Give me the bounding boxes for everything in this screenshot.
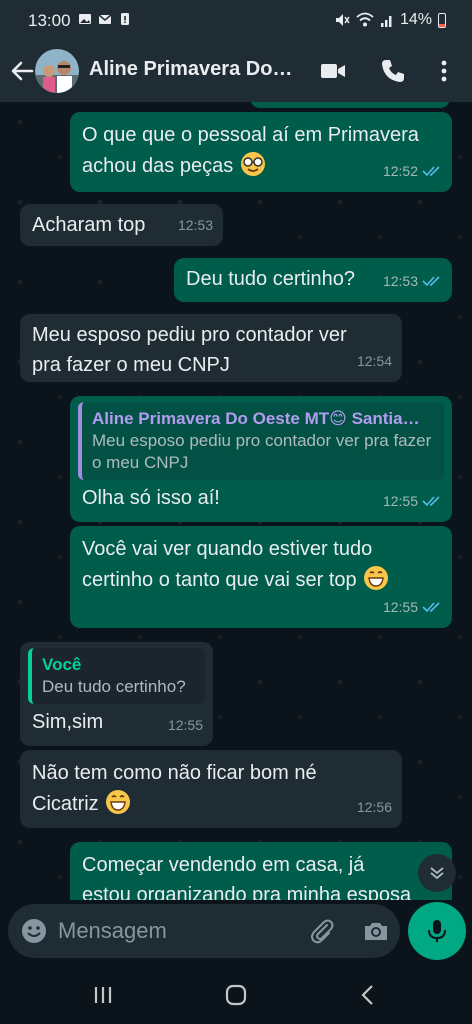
message-meta: 12:55 xyxy=(383,592,442,622)
chevron-down-icon xyxy=(430,867,444,880)
message-text: Não tem como não ficar bom né xyxy=(32,762,317,784)
message-list[interactable]: O que que o pessoal aí em Primavera acho… xyxy=(0,102,472,900)
back-arrow-icon[interactable] xyxy=(8,57,36,85)
gallery-icon xyxy=(79,14,91,24)
read-receipt-icon xyxy=(422,276,440,287)
message-meta: 12:56 xyxy=(357,792,392,822)
camera-icon[interactable] xyxy=(362,917,390,945)
status-system-icons: 14% xyxy=(334,11,446,29)
quoted-text: Deu tudo certinho? xyxy=(42,677,186,696)
mic-icon xyxy=(428,920,446,942)
quoted-text: Meu esposo pediu pro contador ver pra fa… xyxy=(92,431,432,472)
signal-icon xyxy=(380,16,392,27)
avatar-photo xyxy=(35,49,79,93)
message-meta: 12:52 xyxy=(383,156,442,186)
message-text-line2: certinho o tanto que vai ser top xyxy=(82,564,440,595)
message-bubble-outgoing[interactable]: Deu tudo certinho? 12:53 xyxy=(174,258,452,302)
status-notification-icons xyxy=(78,12,132,26)
mute-icon xyxy=(335,14,350,26)
message-text: Acharam top xyxy=(32,214,146,236)
message-text-line2: Cicatriz xyxy=(32,788,390,819)
video-call-icon[interactable] xyxy=(318,56,348,86)
quoted-author: Você xyxy=(42,655,82,674)
nerd-face-emoji-icon xyxy=(240,152,265,176)
contact-avatar[interactable] xyxy=(35,49,79,93)
message-time: 12:55 xyxy=(382,599,418,615)
quoted-author: Aline Primavera Do Oeste MT😊 Santia… xyxy=(92,409,420,428)
message-meta: 12:55 xyxy=(168,710,203,740)
scroll-to-bottom-button[interactable] xyxy=(418,854,456,892)
message-text: O que que o pessoal aí em Primavera xyxy=(82,124,419,146)
message-time: 12:55 xyxy=(167,717,203,733)
message-meta: 12:55 xyxy=(383,486,442,516)
read-receipt-icon xyxy=(422,602,440,613)
read-receipt-icon xyxy=(422,496,440,507)
recent-apps-icon[interactable] xyxy=(90,982,116,1008)
home-icon[interactable] xyxy=(223,982,249,1008)
quoted-message[interactable]: Aline Primavera Do Oeste MT😊 Santia… Meu… xyxy=(78,402,444,480)
message-bubble-reply-outgoing[interactable]: Aline Primavera Do Oeste MT😊 Santia… Meu… xyxy=(70,396,452,522)
battery-icon xyxy=(438,12,446,28)
message-meta: 12:54 xyxy=(357,346,392,376)
wifi-icon xyxy=(356,12,374,27)
message-bubble-incoming[interactable]: Não tem como não ficar bom né Cicatriz 1… xyxy=(20,750,402,828)
battery-level: 14% xyxy=(399,11,432,28)
notification-alert-icon xyxy=(121,13,129,25)
input-pill xyxy=(8,904,400,958)
status-time: 13:00 xyxy=(28,11,71,30)
message-text: Começar vendendo em casa, já xyxy=(82,854,365,876)
message-time: 12:56 xyxy=(356,799,392,815)
message-time: 12:54 xyxy=(356,353,392,369)
message-bubble-outgoing[interactable]: O que que o pessoal aí em Primavera acho… xyxy=(70,112,452,192)
status-bar: 13:00 14% xyxy=(0,0,472,44)
message-composer xyxy=(0,900,472,966)
message-bubble-incoming[interactable]: Acharam top 12:53 xyxy=(20,204,223,246)
message-bubble-outgoing[interactable]: Começar vendendo em casa, já estou organ… xyxy=(70,842,452,900)
attach-icon[interactable] xyxy=(308,917,336,945)
read-receipt-icon xyxy=(422,166,440,177)
quoted-message[interactable]: Você Deu tudo certinho? xyxy=(28,648,205,704)
nav-back-icon[interactable] xyxy=(355,982,381,1008)
phone-icon[interactable] xyxy=(378,56,408,86)
message-meta: 12:53 xyxy=(383,266,442,296)
chat-header: Aline Primavera Do… xyxy=(0,44,472,102)
more-options-icon[interactable] xyxy=(429,56,459,86)
message-bubble-outgoing[interactable]: Você vai ver quando estiver tudo certinh… xyxy=(70,526,452,628)
message-text-line2: estou organizando pra minha esposa xyxy=(82,884,412,900)
voice-message-button[interactable] xyxy=(408,902,466,960)
message-text: Deu tudo certinho? xyxy=(186,268,356,290)
gmail-icon xyxy=(98,14,112,24)
chat-title[interactable]: Aline Primavera Do… xyxy=(89,58,299,81)
message-meta: 12:53 xyxy=(178,210,213,240)
message-bubble-incoming[interactable]: Meu esposo pediu pro contador ver pra fa… xyxy=(20,314,402,382)
message-time: 12:53 xyxy=(382,273,418,289)
emoji-icon[interactable] xyxy=(20,917,48,945)
message-text: Meu esposo pediu pro contador ver xyxy=(32,324,347,346)
message-input[interactable] xyxy=(58,914,293,948)
message-text: Você vai ver quando estiver tudo xyxy=(82,538,373,560)
message-bubble-reply-incoming[interactable]: Você Deu tudo certinho? Sim,sim 12:55 xyxy=(20,642,213,746)
grinning-face-emoji-icon xyxy=(364,566,389,590)
message-time: 12:55 xyxy=(382,493,418,509)
system-nav-bar xyxy=(0,966,472,1024)
grinning-face-emoji-icon xyxy=(106,790,131,814)
message-text-line2: pra fazer o meu CNPJ xyxy=(32,354,230,376)
message-bubble-partial[interactable] xyxy=(250,102,450,108)
message-time: 12:53 xyxy=(177,217,213,233)
message-time: 12:52 xyxy=(382,163,418,179)
